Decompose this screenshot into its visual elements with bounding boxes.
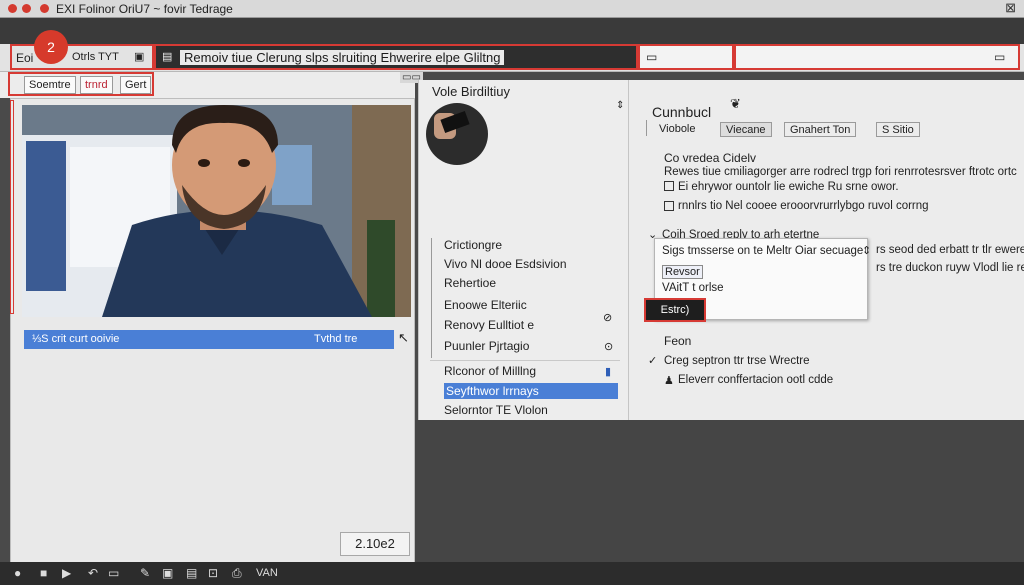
effects-item-4[interactable]: Renovy Eulltiot e: [444, 318, 534, 332]
section1-line-2[interactable]: rnnlrs tio Nel cooee erooorvrurrlybgo ru…: [678, 200, 929, 212]
close-clip-icon[interactable]: ↖: [398, 330, 409, 346]
user-icon: ♟: [664, 375, 674, 387]
effects-item-5[interactable]: Puunler Pjrtagio: [444, 339, 529, 353]
bell-icon[interactable]: ❦: [730, 96, 741, 112]
tab-1[interactable]: Viecane: [720, 122, 772, 137]
window-maximize-dot[interactable]: [40, 4, 49, 13]
footer-line-0[interactable]: Creg septron ttr trse Wrectre: [664, 355, 810, 367]
close-icon[interactable]: ⊠: [1005, 0, 1016, 16]
undo-icon[interactable]: ↶: [88, 566, 98, 580]
panel-icon[interactable]: ▭: [994, 50, 1005, 64]
search-field[interactable]: [734, 44, 1020, 70]
chip-2[interactable]: trnrd: [80, 76, 113, 94]
window-icon: ▭: [646, 50, 658, 64]
menu-icon[interactable]: ▤: [162, 50, 172, 63]
section2-line: Sigs tmsserse on te Meltr Oiar secuage: [662, 245, 864, 257]
save-icon[interactable]: ▣: [134, 50, 144, 63]
effects-item-7: Seyfthwor lrrnays: [446, 384, 539, 398]
avatar: [426, 103, 488, 165]
menu-band: [0, 18, 1024, 44]
edit-icon[interactable]: ✎: [140, 566, 150, 580]
adjust-icon[interactable]: ⊘: [603, 311, 612, 324]
timecode-field[interactable]: 2.10e2: [340, 532, 410, 556]
trim-icon[interactable]: ▤: [186, 566, 197, 580]
toolbar-mid-label[interactable]: Otrls TYT: [72, 51, 119, 63]
section1-line-1[interactable]: Ei ehrywor ountolr lie ewiche Ru srne ow…: [678, 181, 899, 193]
checkbox-1[interactable]: [664, 181, 674, 191]
effects-item-2[interactable]: Rehertioe: [444, 276, 496, 290]
effects-item-6[interactable]: Rlconor of Milllng: [444, 364, 536, 378]
title-bar: EXI Folinor OriU7 ~ fovir Tedrage ⊠: [0, 0, 1024, 18]
tab-0[interactable]: Viobole: [654, 122, 701, 137]
video-preview[interactable]: [22, 105, 411, 317]
popup-item-1[interactable]: VAitT t orlse: [662, 282, 724, 294]
tab-3[interactable]: S Sitio: [876, 122, 920, 137]
checkbox-2[interactable]: [664, 201, 674, 211]
selected-clip-row[interactable]: ⅓S crit curt ooivie Tvthd tre: [24, 330, 394, 349]
chip-1[interactable]: Soemtre: [24, 76, 76, 94]
left-edge-marker: [10, 100, 14, 314]
step-badge: 2: [34, 30, 68, 64]
effects-item-1[interactable]: Vivo Nl dooe Esdsivion: [444, 257, 567, 271]
expand-icon[interactable]: ⇕: [616, 100, 624, 111]
effects-item-3[interactable]: Enoowe Elteriic: [444, 298, 527, 312]
timeline-area: [415, 420, 1024, 570]
tab-2[interactable]: Gnahert Ton: [784, 122, 857, 137]
side-line-0: rs seod ded erbatt tr tlr ewere: [876, 244, 1024, 256]
list-separator: [430, 360, 620, 361]
popup-button[interactable]: Estrc): [644, 298, 706, 322]
section1-line-0: Rewes tiue cmiliagorger arre rodrecl trg…: [664, 166, 1017, 178]
effects-list: Crictiongre Vivo Nl dooe Esdsivion Reher…: [444, 238, 620, 418]
section1-title: Co vredea Cidelv: [664, 151, 757, 165]
popup-item-0[interactable]: Revsor: [662, 265, 703, 279]
effects-item-8[interactable]: Selorntor TE Vlolon: [444, 403, 548, 417]
properties-title: Cunnbucl: [652, 104, 712, 120]
chip-3[interactable]: Gert: [120, 76, 152, 94]
settings-icon[interactable]: ⊙: [604, 340, 613, 353]
effects-item-selected[interactable]: Seyfthwor lrrnays: [444, 383, 618, 399]
effects-panel-header: Vole Birdiltiuy: [432, 84, 511, 99]
menu-divider: [431, 238, 432, 358]
clip-value: Tvthd tre: [314, 333, 358, 345]
stop-icon[interactable]: ■: [40, 566, 47, 580]
command-text[interactable]: Remoiv tiue Clerung slps slruiting Ehwer…: [180, 50, 505, 65]
record-icon[interactable]: ●: [14, 566, 21, 580]
expand-arrows-icon[interactable]: ⇕: [862, 244, 871, 257]
footer-line-1[interactable]: Eleverr conffertacion ootl cdde: [678, 374, 833, 386]
tab-divider: [646, 120, 647, 136]
image-icon[interactable]: ▣: [162, 566, 173, 580]
status-bar: ● ■ ▶ ↶ ▭ ✎ ▣ ▤ ⊡ ⎙ VAN: [0, 562, 1024, 585]
film-icon[interactable]: ▭: [108, 566, 119, 580]
lock-icon[interactable]: ▮: [605, 365, 611, 378]
snapshot-icon[interactable]: ⊡: [208, 566, 218, 580]
window-minimize-dot[interactable]: [22, 4, 31, 13]
clip-label: ⅓S crit curt ooivie: [32, 333, 120, 345]
window-title: EXI Folinor OriU7 ~ fovir Tedrage: [56, 2, 233, 16]
toolbar-left-label[interactable]: Eoi: [16, 51, 33, 65]
window-close-dot[interactable]: [8, 4, 17, 13]
play-icon[interactable]: ▶: [62, 566, 71, 580]
status-label: VAN: [256, 567, 278, 579]
footer-title: Feon: [664, 334, 692, 348]
side-line-1: rs tre duckon ruyw Vlodl lie res: [876, 262, 1024, 274]
presenter-image: [22, 105, 411, 317]
check-icon: ✓: [648, 355, 658, 367]
export-icon[interactable]: ⎙: [232, 566, 242, 581]
effects-item-0[interactable]: Crictiongre: [444, 238, 502, 252]
